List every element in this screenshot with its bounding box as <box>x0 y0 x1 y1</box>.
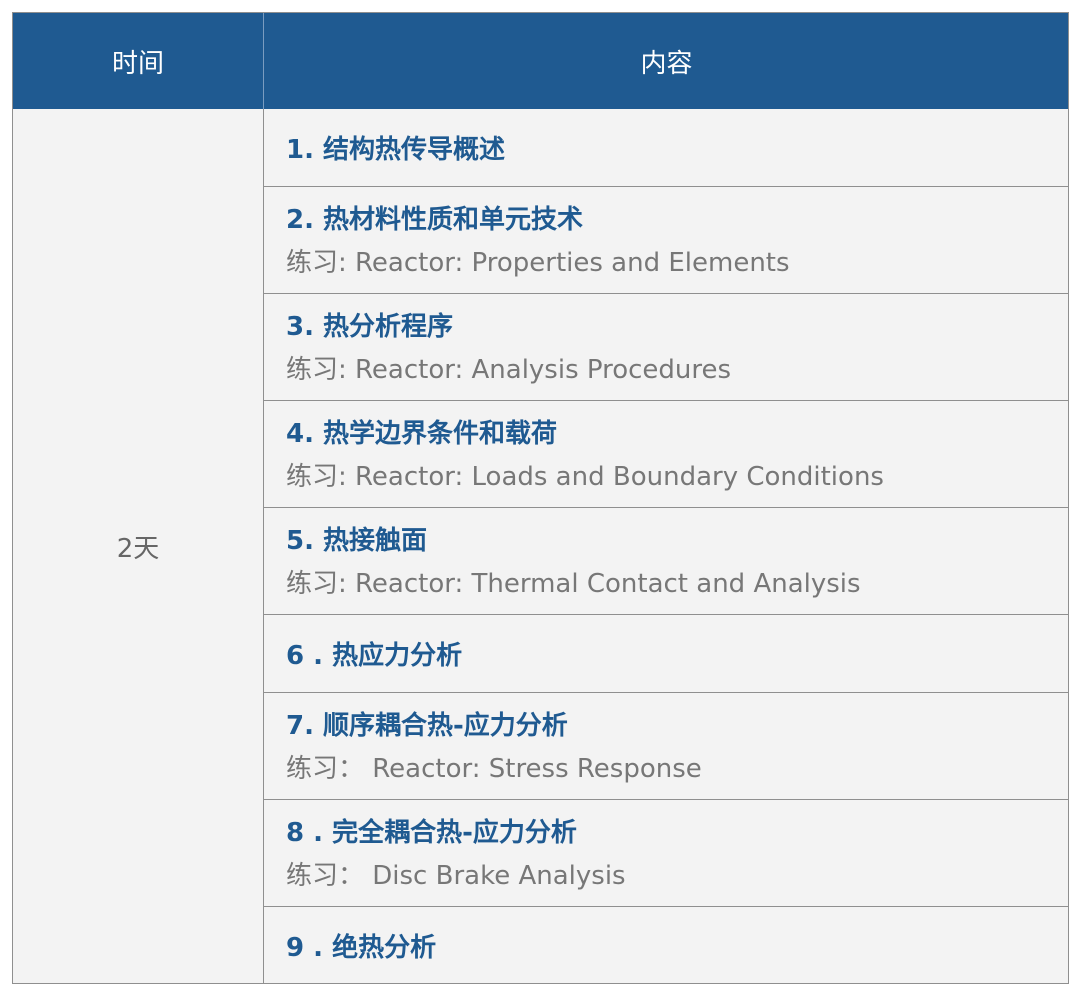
table-row: 1. 结构热传导概述 <box>264 109 1068 187</box>
row-title: 8 . 完全耦合热-应力分析 <box>286 818 577 848</box>
content-rows: 1. 结构热传导概述 2. 热材料性质和单元技术 练习: Reactor: Pr… <box>264 109 1068 983</box>
row-title: 5. 热接触面 <box>286 526 428 556</box>
row-exercise: 练习: Reactor: Analysis Procedures <box>286 355 732 385</box>
course-table: 时间 内容 2天 1. 结构热传导概述 2. 热材料性质和单元技术 练习: Re… <box>12 12 1069 984</box>
row-title: 4. 热学边界条件和载荷 <box>286 419 558 449</box>
row-exercise: 练习: Reactor: Properties and Elements <box>286 248 790 278</box>
table-row: 6 . 热应力分析 <box>264 615 1068 693</box>
row-exercise: 练习： Disc Brake Analysis <box>286 861 626 891</box>
table-header: 时间 内容 <box>13 13 1068 109</box>
row-exercise: 练习: Reactor: Thermal Contact and Analysi… <box>286 569 861 599</box>
duration-cell: 2天 <box>13 109 263 983</box>
table-row: 9 . 绝热分析 <box>264 907 1068 983</box>
table-row: 5. 热接触面 练习: Reactor: Thermal Contact and… <box>264 508 1068 615</box>
row-exercise: 练习: Reactor: Loads and Boundary Conditio… <box>286 462 884 492</box>
row-title: 3. 热分析程序 <box>286 312 454 342</box>
table-row: 7. 顺序耦合热-应力分析 练习： Reactor: Stress Respon… <box>264 693 1068 800</box>
duration-label: 2天 <box>116 533 160 564</box>
row-exercise: 练习： Reactor: Stress Response <box>286 754 702 784</box>
header-content: 内容 <box>640 48 693 79</box>
row-title: 6 . 热应力分析 <box>286 641 463 671</box>
row-title: 2. 热材料性质和单元技术 <box>286 205 584 235</box>
row-title: 7. 顺序耦合热-应力分析 <box>286 711 568 741</box>
row-title: 1. 结构热传导概述 <box>286 135 506 165</box>
table-row: 4. 热学边界条件和载荷 练习: Reactor: Loads and Boun… <box>264 401 1068 508</box>
header-time: 时间 <box>111 48 164 79</box>
row-title: 9 . 绝热分析 <box>286 933 437 963</box>
table-row: 3. 热分析程序 练习: Reactor: Analysis Procedure… <box>264 294 1068 401</box>
table-row: 2. 热材料性质和单元技术 练习: Reactor: Properties an… <box>264 187 1068 294</box>
table-row: 8 . 完全耦合热-应力分析 练习： Disc Brake Analysis <box>264 800 1068 907</box>
